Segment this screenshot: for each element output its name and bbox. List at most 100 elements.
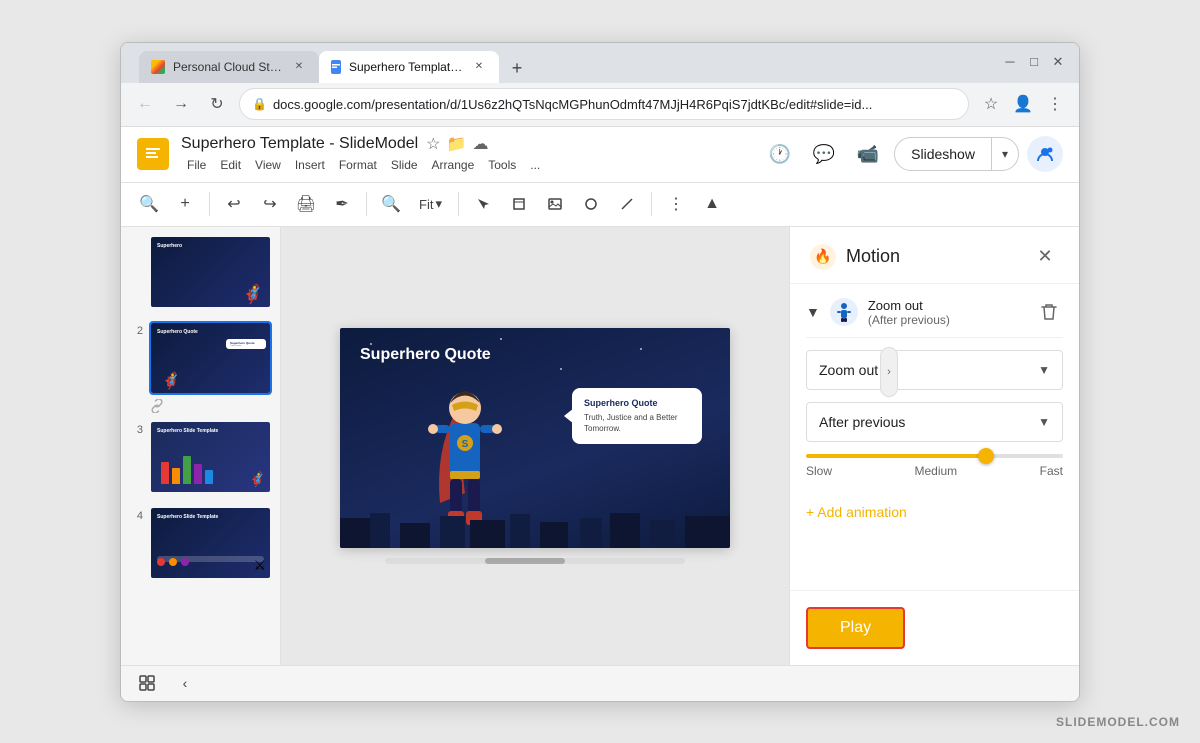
close-button[interactable]: ✕: [1049, 53, 1067, 71]
slide-num-2: 2: [129, 325, 143, 337]
app-logo: [137, 138, 169, 170]
canvas-scrollbar[interactable]: [385, 558, 685, 564]
slide-thumb-4[interactable]: 4 Superhero Slide Template ⚔: [129, 506, 272, 586]
slide-preview-3[interactable]: Superhero Slide Template 🦸: [149, 420, 272, 500]
add-animation-button[interactable]: + Add animation: [806, 494, 1063, 530]
zoom-in-button[interactable]: 🔍: [133, 188, 165, 220]
reload-button[interactable]: ↻: [203, 90, 231, 118]
menu-file[interactable]: File: [181, 156, 212, 174]
back-button[interactable]: ←: [131, 90, 159, 118]
app-header-actions: 🕐 💬 📹 Slideshow ▾: [762, 136, 1063, 172]
bookmark-button[interactable]: ☆: [977, 90, 1005, 118]
add-button[interactable]: +: [169, 188, 201, 220]
star-icon[interactable]: ☆: [426, 134, 440, 154]
canvas-scrollbar-thumb[interactable]: [485, 558, 565, 564]
share-button[interactable]: [1027, 136, 1063, 172]
slide-canvas[interactable]: Superhero Quote: [340, 328, 730, 548]
slide-num-4: 4: [129, 510, 143, 522]
speech-bubble: Superhero Quote Truth, Justice and a Bet…: [572, 388, 702, 444]
menu-slide[interactable]: Slide: [385, 156, 424, 174]
slide-preview-2[interactable]: Superhero Quote Superhero Quote Truth Ju…: [149, 321, 272, 395]
animation-type-value: Zoom out: [819, 362, 878, 378]
play-button[interactable]: Play: [806, 607, 905, 649]
speed-slow-label: Slow: [806, 464, 832, 478]
browser-actions: ☆ 👤 ⋮: [977, 90, 1069, 118]
slide4-dots: [157, 558, 189, 566]
collapse-panel-button[interactable]: ‹: [171, 669, 199, 697]
profile-button[interactable]: 👤: [1009, 90, 1037, 118]
redo-button[interactable]: ↪: [254, 188, 286, 220]
print-button[interactable]: 🖨: [290, 188, 322, 220]
menu-more[interactable]: ...: [524, 156, 546, 174]
slide-thumb-1[interactable]: Superhero 🦸: [129, 235, 272, 315]
menu-view[interactable]: View: [249, 156, 287, 174]
slide-preview-1[interactable]: Superhero 🦸: [149, 235, 272, 315]
slide-thumb-2[interactable]: 2 Superhero Quote Superhero Quote Truth …: [129, 321, 272, 414]
app-area: Superhero Template - SlideModel ☆ 📁 ☁ Fi…: [121, 127, 1079, 701]
shape-tool[interactable]: [575, 188, 607, 220]
slide-link-icon: [149, 398, 165, 414]
menu-arrange[interactable]: Arrange: [426, 156, 481, 174]
tab2-close[interactable]: ✕: [471, 59, 487, 75]
history-button[interactable]: 🕐: [762, 136, 798, 172]
trigger-dropdown[interactable]: After previous ▼: [806, 402, 1063, 442]
motion-close-button[interactable]: ✕: [1031, 243, 1059, 271]
browser-window: Personal Cloud Storage & File St... ✕ Su…: [120, 42, 1080, 702]
zoom-tool-button[interactable]: 🔍: [375, 188, 407, 220]
video-button[interactable]: 📹: [850, 136, 886, 172]
forward-button[interactable]: →: [167, 90, 195, 118]
line-tool[interactable]: [611, 188, 643, 220]
slide-thumb-3[interactable]: 3 Superhero Slide Template 🦸: [129, 420, 272, 500]
paint-button[interactable]: ✒: [326, 188, 358, 220]
zoom-label: Fit: [419, 197, 433, 212]
toolbar-divider-1: [209, 192, 210, 216]
slideshow-button[interactable]: Slideshow ▾: [894, 137, 1019, 171]
minimize-button[interactable]: ─: [1001, 53, 1019, 71]
comment-button[interactable]: 💬: [806, 136, 842, 172]
play-section: Play: [790, 590, 1079, 665]
more-tools[interactable]: ⋮: [660, 188, 692, 220]
trigger-dropdown-wrapper: After previous ▼: [806, 402, 1063, 442]
menu-edit[interactable]: Edit: [214, 156, 247, 174]
menu-format[interactable]: Format: [333, 156, 383, 174]
tab-personal-cloud[interactable]: Personal Cloud Storage & File St... ✕: [139, 51, 319, 83]
app-title: Superhero Template - SlideModel: [181, 135, 418, 153]
anim-expand-chevron[interactable]: ▼: [806, 304, 820, 320]
slideshow-label[interactable]: Slideshow: [895, 138, 992, 170]
slide-preview-4[interactable]: Superhero Slide Template ⚔: [149, 506, 272, 586]
speed-fast-label: Fast: [1040, 464, 1063, 478]
slide-panel: Superhero 🦸 2 Superhero Quote Supe: [121, 227, 281, 665]
select-tool[interactable]: [467, 188, 499, 220]
trigger-arrow: ▼: [1038, 415, 1050, 429]
expand-toolbar[interactable]: ▲: [696, 188, 728, 220]
grid-view-button[interactable]: [133, 669, 161, 697]
new-tab-button[interactable]: +: [503, 55, 531, 83]
animation-type-dropdown[interactable]: Zoom out ▼: [806, 350, 1063, 390]
svg-text:S: S: [462, 439, 469, 450]
address-bar[interactable]: 🔒 docs.google.com/presentation/d/1Us6z2h…: [239, 88, 969, 120]
anim-figure-icon: [830, 298, 858, 326]
maximize-button[interactable]: □: [1025, 53, 1043, 71]
canvas-slide-title: Superhero Quote: [360, 346, 491, 364]
anim-delete-button[interactable]: [1035, 298, 1063, 326]
zoom-dropdown[interactable]: Fit ▾: [411, 192, 450, 216]
slide3-hero: 🦸: [249, 471, 266, 488]
more-button[interactable]: ⋮: [1041, 90, 1069, 118]
slide-2-image: Superhero Quote Superhero Quote Truth Ju…: [151, 323, 270, 393]
image-tool[interactable]: [539, 188, 571, 220]
panel-collapse-handle[interactable]: ›: [880, 347, 898, 397]
star-3: [500, 338, 502, 340]
menu-insert[interactable]: Insert: [289, 156, 331, 174]
speed-slider-thumb[interactable]: [978, 448, 994, 464]
folder-icon[interactable]: 📁: [447, 134, 467, 154]
crop-tool[interactable]: [503, 188, 535, 220]
tab-superhero[interactable]: Superhero Template - SlideMode... ✕: [319, 51, 499, 83]
speed-slider-track[interactable]: [806, 454, 1063, 458]
title-icons: ☆ 📁 ☁: [426, 134, 488, 154]
tab1-close[interactable]: ✕: [291, 59, 307, 75]
undo-button[interactable]: ↩: [218, 188, 250, 220]
menu-tools[interactable]: Tools: [482, 156, 522, 174]
slide4-hero: ⚔: [253, 557, 266, 574]
cloud-icon[interactable]: ☁: [472, 134, 488, 154]
slideshow-dropdown-arrow[interactable]: ▾: [992, 139, 1018, 169]
